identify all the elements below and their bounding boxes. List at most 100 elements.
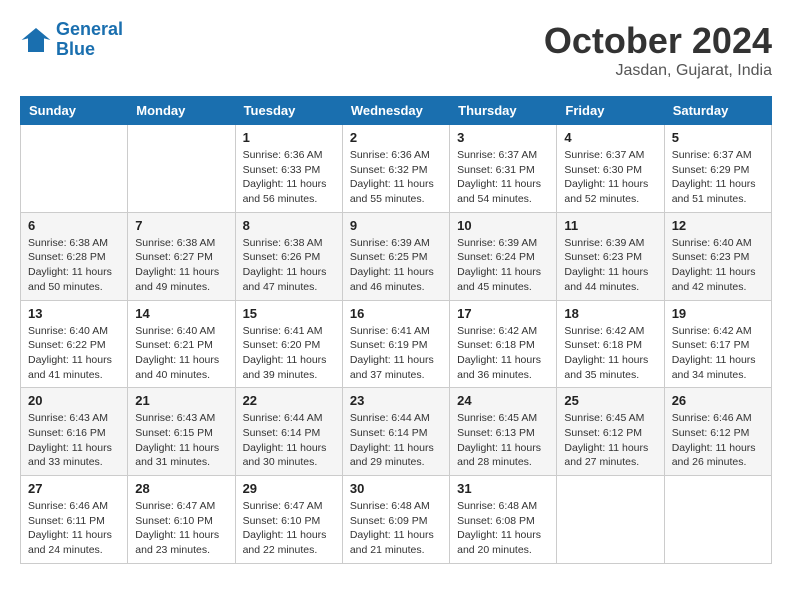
calendar-cell: 26 Sunrise: 6:46 AMSunset: 6:12 PMDayligh… [664, 388, 771, 476]
calendar-cell: 12Sunrise: 6:40 AMSunset: 6:23 PMDayligh… [664, 212, 771, 300]
day-info: Sunrise: 6:40 AMSunset: 6:22 PMDaylight:… [28, 324, 120, 383]
calendar-cell: 8 Sunrise: 6:38 AMSunset: 6:26 PMDaylight… [235, 212, 342, 300]
calendar-cell: 19 Sunrise: 6:42 AMSunset: 6:17 PMDayligh… [664, 300, 771, 388]
day-number: 27 [28, 481, 120, 496]
calendar-cell [128, 125, 235, 213]
day-number: 31 [457, 481, 549, 496]
calendar-cell: 27 Sunrise: 6:46 AMSunset: 6:11 PMDayligh… [21, 476, 128, 564]
calendar-cell: 11Sunrise: 6:39 AMSunset: 6:23 PMDayligh… [557, 212, 664, 300]
day-number: 20 [28, 393, 120, 408]
day-number: 6 [28, 218, 120, 233]
calendar-cell: 31 Sunrise: 6:48 AMSunset: 6:08 PMDayligh… [450, 476, 557, 564]
calendar-cell [21, 125, 128, 213]
day-info: Sunrise: 6:37 AMSunset: 6:29 PMDaylight:… [672, 148, 764, 207]
calendar-cell: 4 Sunrise: 6:37 AMSunset: 6:30 PMDaylight… [557, 125, 664, 213]
day-info: Sunrise: 6:45 AMSunset: 6:13 PMDaylight:… [457, 411, 549, 470]
calendar-cell: 6 Sunrise: 6:38 AMSunset: 6:28 PMDaylight… [21, 212, 128, 300]
calendar-cell [557, 476, 664, 564]
day-info: Sunrise: 6:44 AMSunset: 6:14 PMDaylight:… [350, 411, 442, 470]
calendar-cell: 17Sunrise: 6:42 AMSunset: 6:18 PMDayligh… [450, 300, 557, 388]
calendar-cell: 7 Sunrise: 6:38 AMSunset: 6:27 PMDaylight… [128, 212, 235, 300]
calendar-cell: 5 Sunrise: 6:37 AMSunset: 6:29 PMDaylight… [664, 125, 771, 213]
calendar-cell: 13 Sunrise: 6:40 AMSunset: 6:22 PMDayligh… [21, 300, 128, 388]
day-info: Sunrise: 6:45 AMSunset: 6:12 PMDaylight:… [564, 411, 656, 470]
day-info: Sunrise: 6:40 AMSunset: 6:23 PMDaylight:… [672, 236, 764, 295]
calendar-cell: 30 Sunrise: 6:48 AMSunset: 6:09 PMDayligh… [342, 476, 449, 564]
day-of-week-header: Tuesday [235, 97, 342, 125]
day-number: 14 [135, 306, 227, 321]
day-number: 1 [243, 130, 335, 145]
calendar-cell: 2 Sunrise: 6:36 AMSunset: 6:32 PMDaylight… [342, 125, 449, 213]
calendar-cell: 22 Sunrise: 6:44 AMSunset: 6:14 PMDayligh… [235, 388, 342, 476]
day-number: 7 [135, 218, 227, 233]
day-number: 22 [243, 393, 335, 408]
day-number: 13 [28, 306, 120, 321]
calendar-cell: 29 Sunrise: 6:47 AMSunset: 6:10 PMDayligh… [235, 476, 342, 564]
calendar-cell: 16 Sunrise: 6:41 AMSunset: 6:19 PMDayligh… [342, 300, 449, 388]
day-info: Sunrise: 6:39 AMSunset: 6:23 PMDaylight:… [564, 236, 656, 295]
day-number: 23 [350, 393, 442, 408]
day-info: Sunrise: 6:37 AMSunset: 6:31 PMDaylight:… [457, 148, 549, 207]
title-block: October 2024 Jasdan, Gujarat, India [544, 20, 772, 80]
logo: General Blue [20, 20, 123, 60]
day-info: Sunrise: 6:38 AMSunset: 6:27 PMDaylight:… [135, 236, 227, 295]
day-number: 25 [564, 393, 656, 408]
day-info: Sunrise: 6:46 AMSunset: 6:12 PMDaylight:… [672, 411, 764, 470]
day-info: Sunrise: 6:37 AMSunset: 6:30 PMDaylight:… [564, 148, 656, 207]
day-info: Sunrise: 6:36 AMSunset: 6:33 PMDaylight:… [243, 148, 335, 207]
day-info: Sunrise: 6:48 AMSunset: 6:09 PMDaylight:… [350, 499, 442, 558]
calendar-cell: 3 Sunrise: 6:37 AMSunset: 6:31 PMDaylight… [450, 125, 557, 213]
logo-text: General Blue [56, 20, 123, 60]
day-number: 3 [457, 130, 549, 145]
calendar-cell [664, 476, 771, 564]
day-number: 26 [672, 393, 764, 408]
calendar-table: SundayMondayTuesdayWednesdayThursdayFrid… [20, 96, 772, 564]
calendar-cell: 28Sunrise: 6:47 AMSunset: 6:10 PMDayligh… [128, 476, 235, 564]
day-info: Sunrise: 6:41 AMSunset: 6:19 PMDaylight:… [350, 324, 442, 383]
calendar-cell: 23 Sunrise: 6:44 AMSunset: 6:14 PMDayligh… [342, 388, 449, 476]
day-number: 9 [350, 218, 442, 233]
day-of-week-header: Sunday [21, 97, 128, 125]
day-of-week-header: Friday [557, 97, 664, 125]
day-info: Sunrise: 6:44 AMSunset: 6:14 PMDaylight:… [243, 411, 335, 470]
day-info: Sunrise: 6:39 AMSunset: 6:24 PMDaylight:… [457, 236, 549, 295]
day-info: Sunrise: 6:38 AMSunset: 6:28 PMDaylight:… [28, 236, 120, 295]
calendar-cell: 10 Sunrise: 6:39 AMSunset: 6:24 PMDayligh… [450, 212, 557, 300]
day-info: Sunrise: 6:42 AMSunset: 6:17 PMDaylight:… [672, 324, 764, 383]
day-number: 30 [350, 481, 442, 496]
day-info: Sunrise: 6:48 AMSunset: 6:08 PMDaylight:… [457, 499, 549, 558]
day-of-week-header: Thursday [450, 97, 557, 125]
day-info: Sunrise: 6:47 AMSunset: 6:10 PMDaylight:… [243, 499, 335, 558]
day-info: Sunrise: 6:46 AMSunset: 6:11 PMDaylight:… [28, 499, 120, 558]
calendar-cell: 25 Sunrise: 6:45 AMSunset: 6:12 PMDayligh… [557, 388, 664, 476]
page-header: General Blue October 2024 Jasdan, Gujara… [20, 20, 772, 80]
day-info: Sunrise: 6:39 AMSunset: 6:25 PMDaylight:… [350, 236, 442, 295]
day-info: Sunrise: 6:42 AMSunset: 6:18 PMDaylight:… [564, 324, 656, 383]
month-title: October 2024 [544, 20, 772, 62]
day-number: 10 [457, 218, 549, 233]
day-number: 16 [350, 306, 442, 321]
calendar-header: SundayMondayTuesdayWednesdayThursdayFrid… [21, 97, 772, 125]
day-number: 8 [243, 218, 335, 233]
day-info: Sunrise: 6:36 AMSunset: 6:32 PMDaylight:… [350, 148, 442, 207]
day-info: Sunrise: 6:40 AMSunset: 6:21 PMDaylight:… [135, 324, 227, 383]
calendar-cell: 21 Sunrise: 6:43 AMSunset: 6:15 PMDayligh… [128, 388, 235, 476]
day-info: Sunrise: 6:43 AMSunset: 6:15 PMDaylight:… [135, 411, 227, 470]
day-number: 29 [243, 481, 335, 496]
day-info: Sunrise: 6:41 AMSunset: 6:20 PMDaylight:… [243, 324, 335, 383]
day-number: 21 [135, 393, 227, 408]
day-number: 2 [350, 130, 442, 145]
day-info: Sunrise: 6:43 AMSunset: 6:16 PMDaylight:… [28, 411, 120, 470]
day-info: Sunrise: 6:42 AMSunset: 6:18 PMDaylight:… [457, 324, 549, 383]
day-info: Sunrise: 6:38 AMSunset: 6:26 PMDaylight:… [243, 236, 335, 295]
location: Jasdan, Gujarat, India [544, 62, 772, 80]
day-number: 4 [564, 130, 656, 145]
day-number: 19 [672, 306, 764, 321]
calendar-cell: 24 Sunrise: 6:45 AMSunset: 6:13 PMDayligh… [450, 388, 557, 476]
logo-icon [20, 24, 52, 56]
day-of-week-header: Wednesday [342, 97, 449, 125]
day-info: Sunrise: 6:47 AMSunset: 6:10 PMDaylight:… [135, 499, 227, 558]
calendar-cell: 1 Sunrise: 6:36 AMSunset: 6:33 PMDaylight… [235, 125, 342, 213]
day-number: 5 [672, 130, 764, 145]
day-number: 24 [457, 393, 549, 408]
